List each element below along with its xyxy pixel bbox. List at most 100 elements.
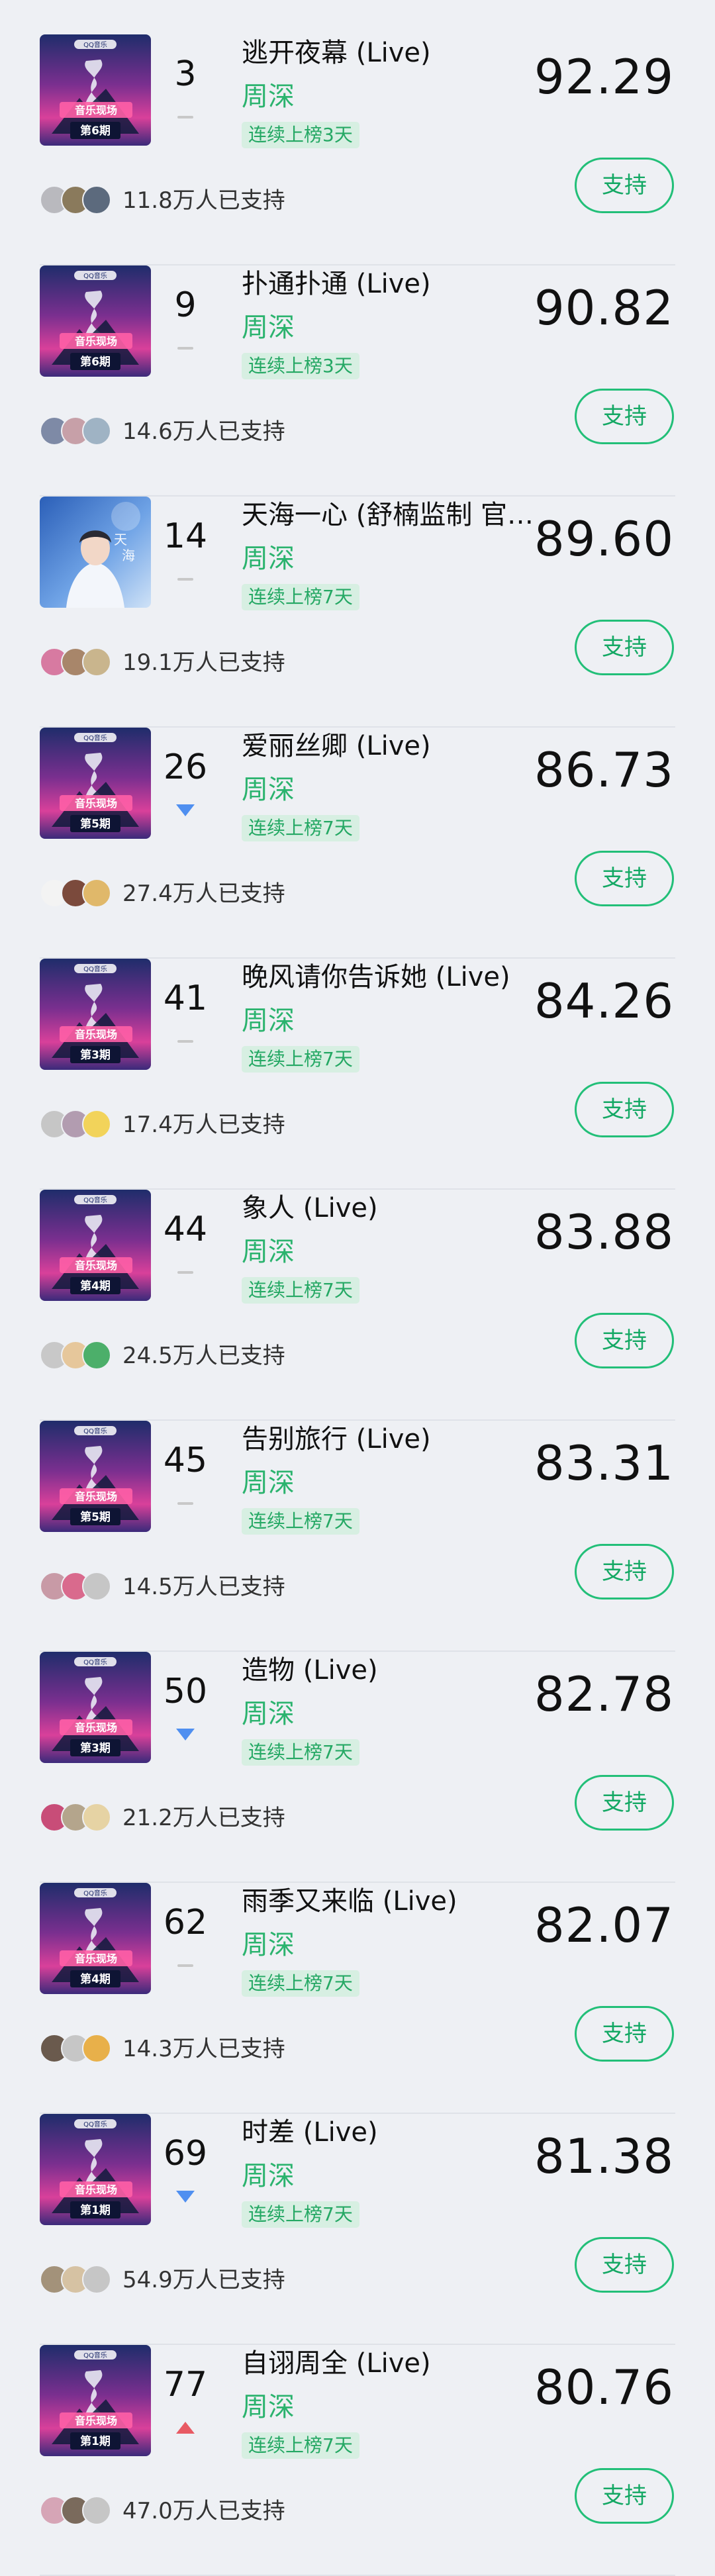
- rank-trend-flat-icon: [174, 340, 197, 357]
- support-button[interactable]: 支持: [575, 1313, 674, 1368]
- support-button[interactable]: 支持: [575, 1544, 674, 1599]
- support-button[interactable]: 支持: [575, 2468, 674, 2524]
- rank-number: 50: [163, 1672, 208, 1711]
- streak-badge: 连续上榜7天: [242, 1277, 359, 1304]
- supporter-avatars: [40, 185, 119, 216]
- song-title[interactable]: 时差 (Live): [242, 2114, 553, 2151]
- song-row[interactable]: QQ音乐 音乐现场 第4期 62 雨季又来临 (Live) 周深 连续上榜7天 …: [0, 1883, 715, 2114]
- song-title[interactable]: 造物 (Live): [242, 1652, 553, 1689]
- supporter-count: 17.4万人已支持: [122, 1112, 285, 1138]
- avatar: [82, 2265, 111, 2294]
- support-button[interactable]: 支持: [575, 851, 674, 906]
- svg-text:第5期: 第5期: [80, 1510, 111, 1524]
- album-cover-show-ep3[interactable]: QQ音乐 音乐现场 第3期: [40, 959, 151, 1070]
- song-title[interactable]: 逃开夜幕 (Live): [242, 34, 553, 72]
- song-title[interactable]: 爱丽丝卿 (Live): [242, 728, 553, 765]
- svg-text:QQ音乐: QQ音乐: [83, 271, 107, 280]
- song-row[interactable]: QQ音乐 音乐现场 第1期 69 时差 (Live) 周深 连续上榜7天 81.…: [0, 2114, 715, 2345]
- song-title[interactable]: 晚风请你告诉她 (Live): [242, 959, 553, 996]
- streak-badge: 连续上榜7天: [242, 1508, 359, 1535]
- svg-text:音乐现场: 音乐现场: [75, 797, 117, 810]
- song-row[interactable]: QQ音乐 音乐现场 第3期 41 晚风请你告诉她 (Live) 周深 连续上榜7…: [0, 959, 715, 1190]
- album-cover-show-ep5[interactable]: QQ音乐 音乐现场 第5期: [40, 728, 151, 839]
- support-button[interactable]: 支持: [575, 158, 674, 213]
- streak-badge: 连续上榜3天: [242, 122, 359, 148]
- artist-name[interactable]: 周深: [242, 1928, 295, 1962]
- song-title[interactable]: 象人 (Live): [242, 1190, 553, 1227]
- song-row[interactable]: QQ音乐 音乐现场 第5期 26 爱丽丝卿 (Live) 周深 连续上榜7天 8…: [0, 728, 715, 959]
- album-cover-show-ep4[interactable]: QQ音乐 音乐现场 第4期: [40, 1190, 151, 1301]
- support-button[interactable]: 支持: [575, 1775, 674, 1831]
- song-row[interactable]: QQ音乐 音乐现场 第5期 45 告别旅行 (Live) 周深 连续上榜7天 8…: [0, 1421, 715, 1652]
- artist-name[interactable]: 周深: [242, 310, 295, 345]
- svg-text:第1期: 第1期: [80, 2434, 111, 2448]
- album-cover-portrait[interactable]: 天 海: [40, 497, 151, 608]
- song-row[interactable]: 天 海 14 天海一心 (舒楠监制 官方版) 周深 连续上榜7天 89.60 支…: [0, 497, 715, 728]
- rank-trend-flat-icon: [174, 1495, 197, 1512]
- svg-text:QQ音乐: QQ音乐: [83, 1889, 107, 1897]
- album-cover-show-ep1[interactable]: QQ音乐 音乐现场 第1期: [40, 2345, 151, 2456]
- supporter-avatars: [40, 879, 119, 909]
- svg-text:海: 海: [122, 548, 135, 563]
- support-button[interactable]: 支持: [575, 1082, 674, 1137]
- support-button[interactable]: 支持: [575, 2237, 674, 2293]
- song-title[interactable]: 雨季又来临 (Live): [242, 1883, 553, 1920]
- support-button[interactable]: 支持: [575, 389, 674, 444]
- supporter-count: 27.4万人已支持: [122, 881, 285, 907]
- avatar: [82, 647, 111, 677]
- album-cover-show-ep6[interactable]: QQ音乐 音乐现场 第6期: [40, 265, 151, 377]
- rank-number: 3: [174, 54, 197, 94]
- streak-badge: 连续上榜7天: [242, 815, 359, 841]
- song-title[interactable]: 天海一心 (舒楠监制 官方版): [242, 497, 553, 534]
- artist-name[interactable]: 周深: [242, 542, 295, 576]
- song-row[interactable]: QQ音乐 音乐现场 第6期 9 扑通扑通 (Live) 周深 连续上榜3天 90…: [0, 265, 715, 497]
- svg-text:音乐现场: 音乐现场: [75, 1952, 117, 1965]
- svg-text:音乐现场: 音乐现场: [75, 2414, 117, 2427]
- svg-text:QQ音乐: QQ音乐: [83, 1658, 107, 1666]
- rank-trend-flat-icon: [174, 1033, 197, 1050]
- song-title[interactable]: 自诩周全 (Live): [242, 2345, 553, 2382]
- svg-text:音乐现场: 音乐现场: [75, 1259, 117, 1272]
- support-button[interactable]: 支持: [575, 620, 674, 675]
- svg-text:音乐现场: 音乐现场: [75, 335, 117, 348]
- song-row[interactable]: QQ音乐 音乐现场 第4期 44 象人 (Live) 周深 连续上榜7天 83.…: [0, 1190, 715, 1421]
- supporter-avatars: [40, 2034, 119, 2064]
- album-cover-show-ep5[interactable]: QQ音乐 音乐现场 第5期: [40, 1421, 151, 1532]
- song-ranking-list: QQ音乐 音乐现场 第6期 3 逃开夜幕 (Live) 周深 连续上榜3天 92…: [0, 0, 715, 2576]
- svg-text:第3期: 第3期: [80, 1048, 111, 1062]
- song-title[interactable]: 扑通扑通 (Live): [242, 265, 553, 303]
- supporter-count: 47.0万人已支持: [122, 2498, 285, 2524]
- artist-name[interactable]: 周深: [242, 2390, 295, 2424]
- artist-name[interactable]: 周深: [242, 1697, 295, 1731]
- supporter-count: 14.3万人已支持: [122, 2036, 285, 2062]
- svg-text:音乐现场: 音乐现场: [75, 104, 117, 117]
- svg-text:第4期: 第4期: [80, 1279, 111, 1293]
- album-cover-show-ep6[interactable]: QQ音乐 音乐现场 第6期: [40, 34, 151, 146]
- svg-text:音乐现场: 音乐现场: [75, 1028, 117, 1041]
- song-score: 92.29: [534, 49, 674, 105]
- streak-badge: 连续上榜7天: [242, 2432, 359, 2459]
- song-row[interactable]: QQ音乐 音乐现场 第6期 3 逃开夜幕 (Live) 周深 连续上榜3天 92…: [0, 34, 715, 265]
- rank-trend-down-icon: [174, 2188, 197, 2205]
- song-row[interactable]: QQ音乐 音乐现场 第1期 77 自诩周全 (Live) 周深 连续上榜7天 8…: [0, 2345, 715, 2576]
- album-cover-show-ep1[interactable]: QQ音乐 音乐现场 第1期: [40, 2114, 151, 2225]
- song-score: 82.07: [534, 1897, 674, 1953]
- artist-name[interactable]: 周深: [242, 2159, 295, 2193]
- album-cover-show-ep4[interactable]: QQ音乐 音乐现场 第4期: [40, 1883, 151, 1994]
- song-row[interactable]: QQ音乐 音乐现场 第3期 50 造物 (Live) 周深 连续上榜7天 82.…: [0, 1652, 715, 1883]
- artist-name[interactable]: 周深: [242, 79, 295, 114]
- supporter-avatars: [40, 647, 119, 678]
- artist-name[interactable]: 周深: [242, 1004, 295, 1038]
- song-score: 86.73: [534, 742, 674, 798]
- album-cover-show-ep3[interactable]: QQ音乐 音乐现场 第3期: [40, 1652, 151, 1763]
- supporter-count: 11.8万人已支持: [122, 187, 285, 214]
- support-button[interactable]: 支持: [575, 2006, 674, 2062]
- rank-trend-flat-icon: [174, 1264, 197, 1281]
- song-title[interactable]: 告别旅行 (Live): [242, 1421, 553, 1458]
- svg-text:QQ音乐: QQ音乐: [83, 40, 107, 49]
- supporter-avatars: [40, 1803, 119, 1833]
- artist-name[interactable]: 周深: [242, 1235, 295, 1269]
- svg-text:QQ音乐: QQ音乐: [83, 1196, 107, 1204]
- artist-name[interactable]: 周深: [242, 1466, 295, 1500]
- artist-name[interactable]: 周深: [242, 773, 295, 807]
